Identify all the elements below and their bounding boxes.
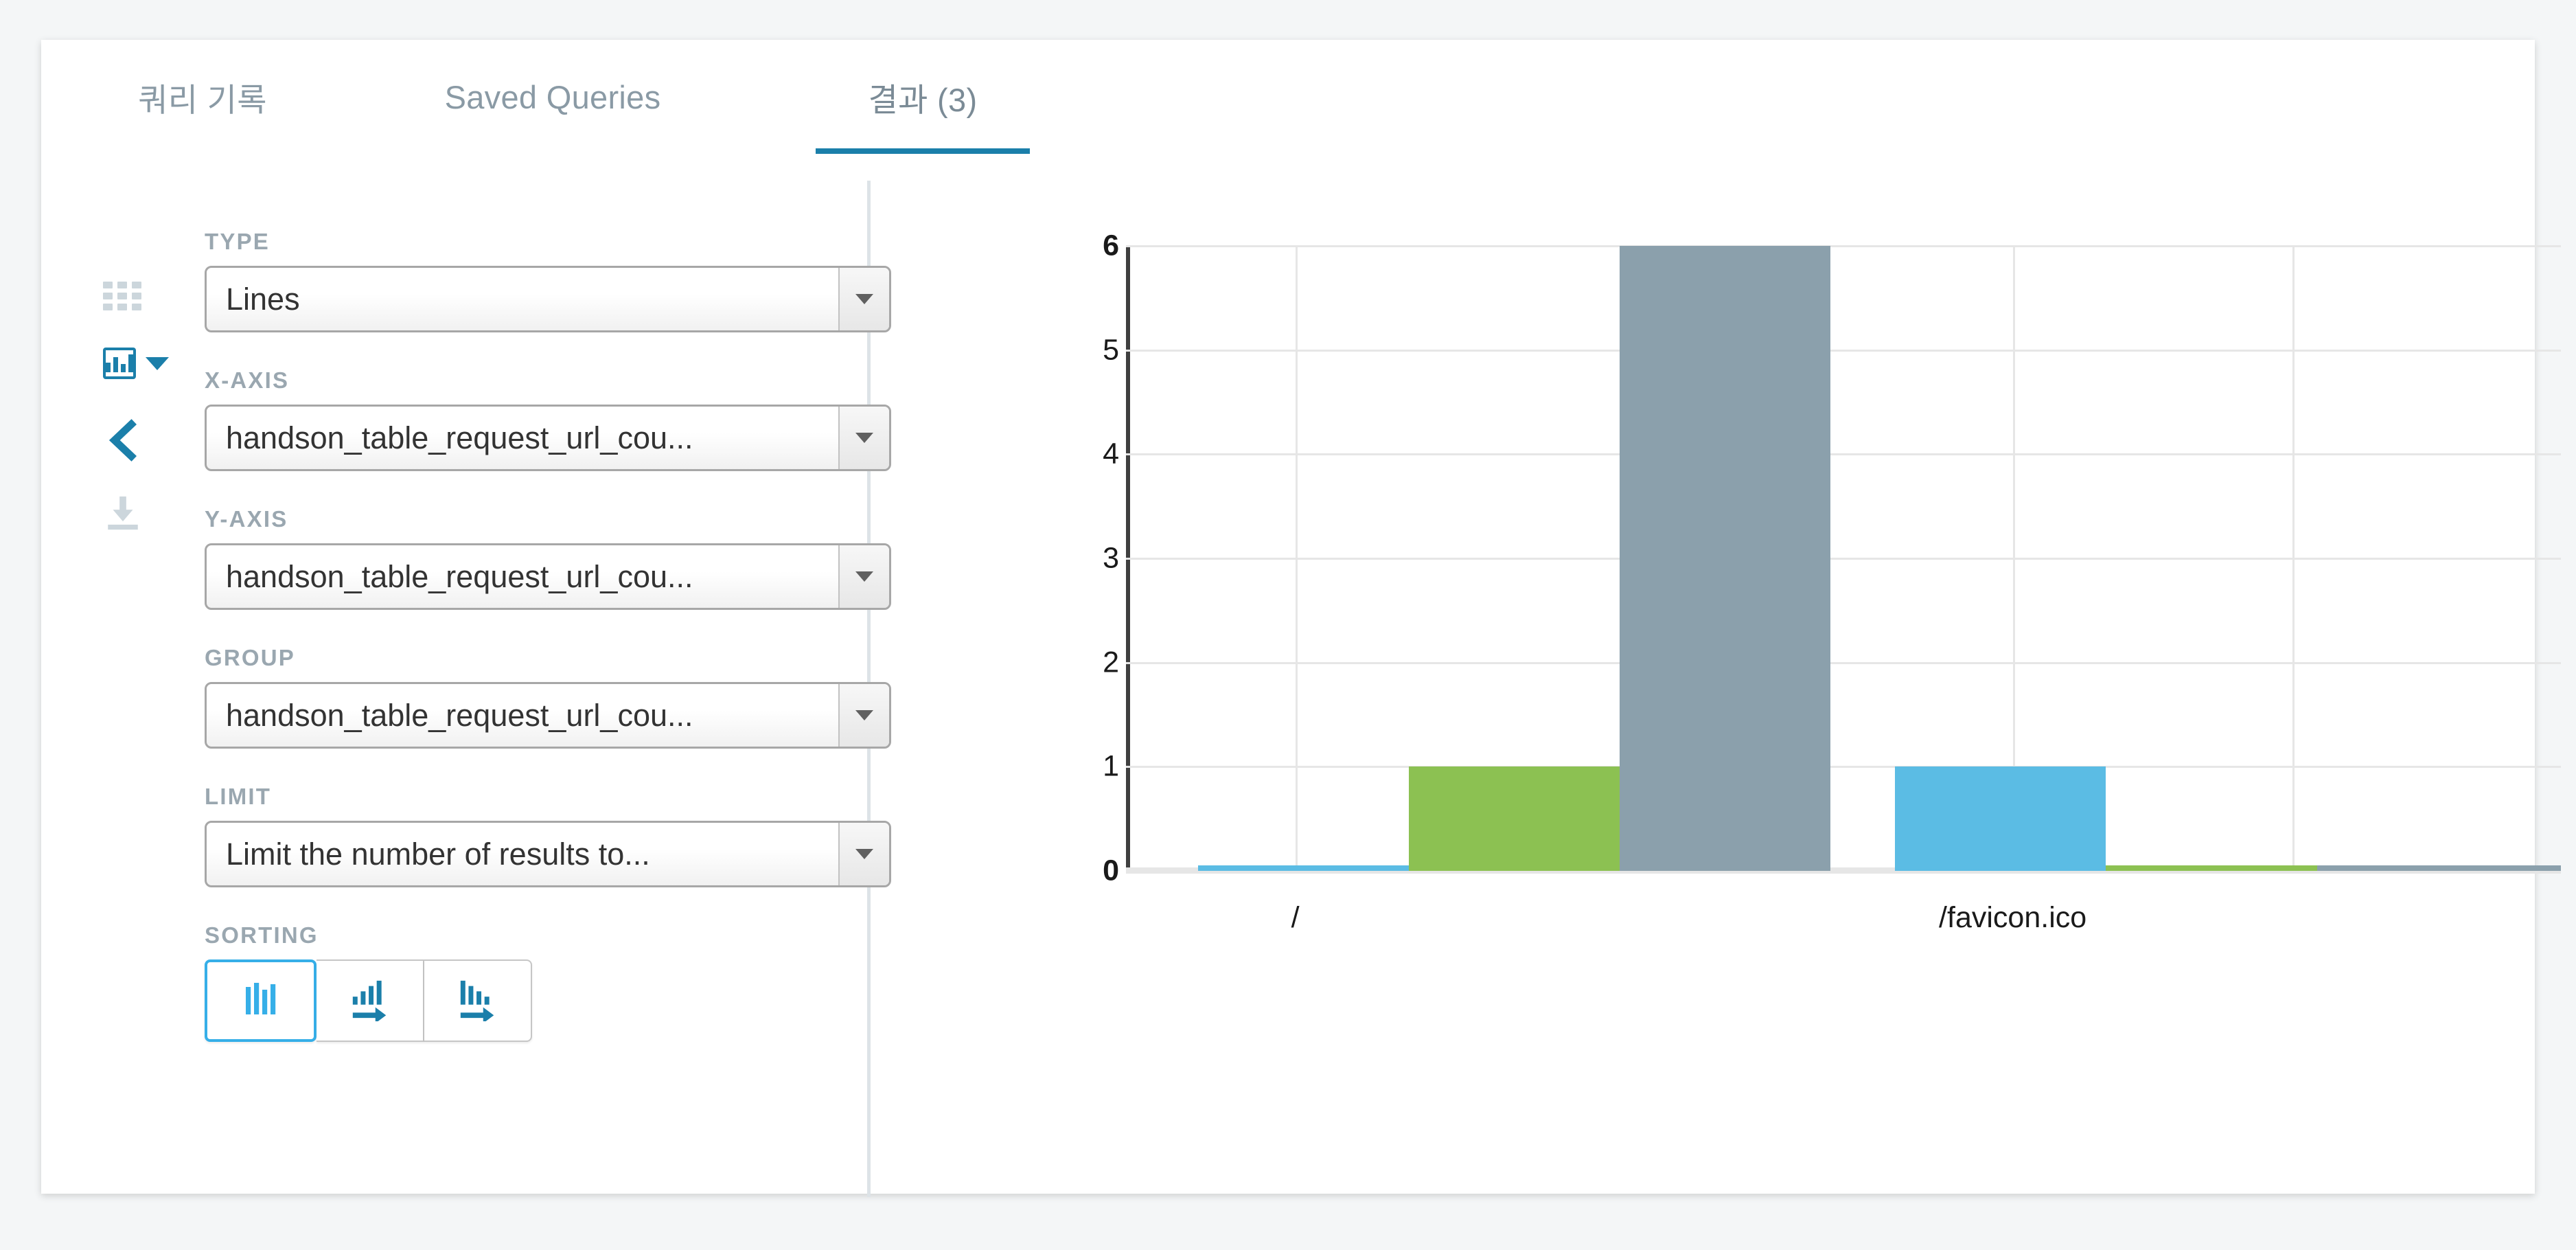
tab-saved-queries[interactable]: Saved Queries xyxy=(398,40,707,154)
y-axis-tick-label: 4 xyxy=(1103,437,1119,470)
limit-select[interactable]: Limit the number of results to... xyxy=(205,821,891,887)
y-axis-select[interactable]: handson_table_request_url_cou... xyxy=(205,543,891,610)
group-select-value: handson_table_request_url_cou... xyxy=(226,697,693,733)
y-axis-tick-label: 5 xyxy=(1103,333,1119,367)
gridline-horizontal xyxy=(1126,661,2561,664)
tab-label: Saved Queries xyxy=(444,78,661,115)
y-axis-tick-label: 6 xyxy=(1103,229,1119,262)
tab-query-history[interactable]: 쿼리 기록 xyxy=(89,40,316,154)
download-icon xyxy=(103,493,143,536)
bars-descending-arrow-icon xyxy=(457,977,499,1025)
bars-ascending-arrow-icon xyxy=(349,977,391,1025)
chevron-down-icon[interactable] xyxy=(838,823,889,885)
type-select[interactable]: Lines xyxy=(205,266,891,332)
chevron-down-icon[interactable] xyxy=(838,268,889,330)
gridline-vertical xyxy=(2292,246,2295,871)
tab-results[interactable]: 결과 (3) xyxy=(816,40,1030,154)
plot-area xyxy=(1126,245,2561,874)
chevron-down-icon[interactable] xyxy=(838,684,889,747)
group-select[interactable]: handson_table_request_url_cou... xyxy=(205,682,891,749)
sort-descending-button[interactable] xyxy=(424,959,532,1042)
field-label: GROUP xyxy=(205,645,296,670)
x-axis-select-value: handson_table_request_url_cou... xyxy=(226,420,693,455)
field-limit: LIMIT Limit the number of results to... xyxy=(205,784,891,887)
x-axis-select[interactable]: handson_table_request_url_cou... xyxy=(205,405,891,471)
field-y-axis: Y-AXIS handson_table_request_url_cou... xyxy=(205,506,891,610)
field-x-axis: X-AXIS handson_table_request_url_cou... xyxy=(205,367,891,471)
grid-table-icon xyxy=(103,282,141,310)
x-axis-tick-label: / xyxy=(1291,901,1300,934)
gridline-horizontal xyxy=(1126,245,2561,247)
chart-bar[interactable] xyxy=(1895,766,2106,871)
chart-view-button[interactable] xyxy=(103,348,169,379)
sort-none-button[interactable] xyxy=(205,959,317,1042)
app-root: 쿼리 기록 Saved Queries 결과 (3) TYPE Lines X-… xyxy=(0,0,2576,1250)
type-select-value: Lines xyxy=(226,281,300,317)
chevron-down-icon[interactable] xyxy=(838,407,889,469)
x-axis-tick-label: /favicon.ico xyxy=(1939,901,2087,934)
y-axis-tick-label: 0 xyxy=(1103,854,1119,887)
field-sorting: SORTING xyxy=(205,922,891,1042)
y-axis-tick-label: 2 xyxy=(1103,646,1119,679)
chevron-down-icon[interactable] xyxy=(146,356,169,370)
tab-label: 쿼리 기록 xyxy=(138,81,267,118)
bar-chart-icon xyxy=(103,348,136,379)
field-label: SORTING xyxy=(205,922,319,948)
sorting-button-group xyxy=(205,959,532,1042)
tab-bar: 쿼리 기록 Saved Queries 결과 (3) xyxy=(41,40,2535,154)
chevron-down-icon[interactable] xyxy=(838,545,889,608)
table-view-button[interactable] xyxy=(103,282,157,310)
collapse-panel-button[interactable] xyxy=(103,419,157,464)
gridline-horizontal xyxy=(1126,766,2561,769)
bars-unsorted-icon xyxy=(240,978,281,1024)
field-label: Y-AXIS xyxy=(205,506,288,532)
field-label: LIMIT xyxy=(205,784,272,809)
y-axis-select-value: handson_table_request_url_cou... xyxy=(226,558,693,594)
limit-select-value: Limit the number of results to... xyxy=(226,836,650,872)
field-label: TYPE xyxy=(205,229,270,254)
chart-container: 0 1 2 3 4 5 6 / /favicon.ico xyxy=(1050,229,2561,1111)
sort-ascending-button[interactable] xyxy=(317,959,424,1042)
y-axis-tick-labels: 0 1 2 3 4 5 6 xyxy=(1050,229,1119,887)
y-axis-tick-label: 1 xyxy=(1103,749,1119,783)
field-label: X-AXIS xyxy=(205,367,290,393)
download-button[interactable] xyxy=(103,493,157,536)
x-axis-tick-labels: / /favicon.ico xyxy=(1126,871,2561,967)
chart-bar[interactable] xyxy=(2106,865,2317,871)
tab-label: 결과 (3) xyxy=(868,81,978,118)
field-group: GROUP handson_table_request_url_cou... xyxy=(205,645,891,749)
chart-bar[interactable] xyxy=(1197,865,1409,871)
gridline-horizontal xyxy=(1126,453,2561,456)
gridline-vertical xyxy=(1295,246,1298,871)
active-tab-underline xyxy=(816,148,1030,154)
field-type: TYPE Lines xyxy=(205,229,891,332)
chevron-left-icon xyxy=(103,419,146,464)
chart-bar[interactable] xyxy=(2316,865,2561,871)
results-card: 쿼리 기록 Saved Queries 결과 (3) TYPE Lines X-… xyxy=(41,40,2561,1197)
chart-settings-form: TYPE Lines X-AXIS handson_table_request_… xyxy=(205,229,891,1077)
gridline-horizontal xyxy=(1126,558,2561,560)
chart-bar[interactable] xyxy=(1408,766,1620,871)
chart-bar[interactable] xyxy=(1619,246,1831,871)
y-axis-tick-label: 3 xyxy=(1103,541,1119,575)
gridline-horizontal xyxy=(1126,349,2561,352)
